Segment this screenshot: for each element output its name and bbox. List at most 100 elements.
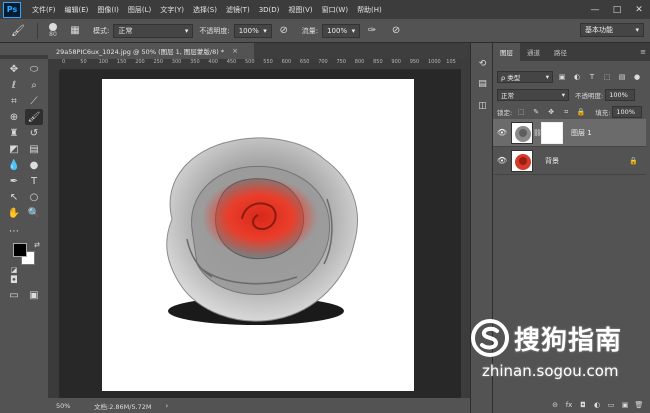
flow-value: 100% <box>327 26 348 35</box>
blend-mode-value: 正常 <box>501 92 514 100</box>
workspace-dropdown[interactable]: 基本功能 ▾ <box>580 23 644 37</box>
quick-select-tool-icon[interactable]: ⌕ <box>25 77 43 93</box>
menu-select[interactable]: 选择(S) <box>193 5 217 15</box>
panel-tabs: 图层 通道 路径 <box>493 43 650 61</box>
marquee-tool-icon[interactable]: ⬭ <box>25 61 43 77</box>
more-tools-icon[interactable]: ⋯ <box>5 223 23 239</box>
ruler-tick-label: 450 <box>226 59 237 65</box>
layer-mask-thumbnail[interactable] <box>541 121 563 144</box>
properties-panel-icon[interactable]: ▤ <box>475 77 490 91</box>
minimize-button[interactable]: — <box>584 0 606 19</box>
screen-mode-icon[interactable]: ▭ <box>5 287 23 303</box>
crop-tool-icon[interactable]: ⌗ <box>5 93 23 109</box>
flow-input[interactable]: 100% ▾ <box>322 23 361 38</box>
healing-brush-tool-icon[interactable]: ⊕ <box>5 109 23 125</box>
gradient-tool-icon[interactable]: ▤ <box>25 141 43 157</box>
mode-dropdown[interactable]: 正常 ▾ <box>113 23 194 38</box>
menu-type[interactable]: 文字(Y) <box>160 5 184 15</box>
zoom-level[interactable]: 50% <box>48 402 88 410</box>
path-select-tool-icon[interactable]: ↖ <box>5 189 23 205</box>
tab-layers[interactable]: 图层 <box>493 43 520 61</box>
filter-smart-object-icon[interactable]: ▤ <box>616 71 628 83</box>
lock-all-icon[interactable]: 🔒 <box>575 106 587 118</box>
zoom-tool-icon[interactable]: 🔍 <box>25 205 43 221</box>
menu-edit[interactable]: 编辑(E) <box>65 5 89 15</box>
panel-menu-icon[interactable]: ≡ <box>640 48 646 56</box>
link-icon[interactable]: ⛓ <box>533 129 542 137</box>
type-tool-icon[interactable]: T <box>25 173 43 189</box>
menu-image[interactable]: 图像(I) <box>97 5 119 15</box>
dodge-tool-icon[interactable]: ● <box>25 157 43 173</box>
ellipse-tool-icon[interactable]: ○ <box>25 189 43 205</box>
adjustments-panel-icon[interactable]: ◫ <box>475 99 490 113</box>
blur-tool-icon[interactable]: 💧 <box>5 157 23 173</box>
menu-layer[interactable]: 图层(L) <box>128 5 151 15</box>
menu-3d[interactable]: 3D(D) <box>259 6 280 14</box>
ruler-origin[interactable] <box>48 59 60 70</box>
history-brush-tool-icon[interactable]: ↺ <box>25 125 43 141</box>
eye-icon[interactable]: 👁 <box>493 128 511 137</box>
layer-filter-dropdown[interactable]: ρ 类型 ▾ <box>497 71 553 83</box>
filter-type-icon[interactable]: T <box>586 71 598 83</box>
lock-artboard-icon[interactable]: ⌗ <box>560 106 572 118</box>
close-icon[interactable]: × <box>232 47 238 55</box>
maximize-button[interactable]: □ <box>606 0 628 19</box>
brush-tool-preset-icon[interactable]: 🖌 <box>4 21 32 41</box>
filter-adjustment-icon[interactable]: ◐ <box>571 71 583 83</box>
airbrush-icon[interactable]: ✑ <box>364 23 380 39</box>
menu-window[interactable]: 窗口(W) <box>322 5 348 15</box>
canvas-workspace[interactable] <box>60 70 461 398</box>
close-window-button[interactable]: ✕ <box>628 0 650 19</box>
pressure-opacity-icon[interactable]: ⊘ <box>276 23 292 39</box>
blend-mode-dropdown[interactable]: 正常 ▾ <box>497 89 569 101</box>
document-canvas[interactable] <box>102 79 414 391</box>
menu-view[interactable]: 视图(V) <box>288 5 312 15</box>
quick-mask-icon[interactable]: ◘ <box>5 272 23 288</box>
eyedropper-tool-icon[interactable]: ⟋ <box>25 93 43 109</box>
sogou-watermark: 搜狗指南 zhinan.sogou.com <box>470 318 650 404</box>
fill-input[interactable]: 100% <box>612 106 643 118</box>
clone-stamp-tool-icon[interactable]: ♜ <box>5 125 23 141</box>
foreground-color-swatch[interactable] <box>13 243 27 257</box>
document-tab[interactable]: 29a58PIC6ux_1024.jpg @ 50% (图层 1, 图层蒙版/8… <box>48 43 254 59</box>
swap-colors-icon[interactable]: ⇄ <box>28 237 46 253</box>
vertical-scrollbar[interactable] <box>461 59 470 398</box>
ruler-tick-label: 1000 <box>428 59 441 65</box>
brush-size-picker[interactable]: 80 <box>43 21 63 41</box>
document-tab-bar: 29a58PIC6ux_1024.jpg @ 50% (图层 1, 图层蒙版/8… <box>48 43 493 59</box>
layer-row[interactable]: 👁 ⛓ 图层 1 <box>493 119 646 147</box>
ruler-tick-label: 150 <box>116 59 127 65</box>
move-tool-icon[interactable]: ✥ <box>5 61 23 77</box>
artboard-icon[interactable]: ▣ <box>25 287 43 303</box>
brush-tool-icon[interactable]: 🖌 <box>25 109 43 125</box>
eraser-tool-icon[interactable]: ◩ <box>5 141 23 157</box>
chevron-down-icon: ▾ <box>545 73 549 81</box>
menu-file[interactable]: 文件(F) <box>32 5 56 15</box>
pen-tool-icon[interactable]: ✒ <box>5 173 23 189</box>
menu-help[interactable]: 帮助(H) <box>357 5 382 15</box>
lasso-tool-icon[interactable]: ℓ <box>5 77 23 93</box>
layer-row[interactable]: 👁 背景 🔒 <box>493 147 646 175</box>
toolbar-grip[interactable] <box>0 55 48 59</box>
horizontal-ruler: 0 50 100 150 200 250 300 350 400 450 500 550 600 650 7… <box>60 59 461 70</box>
eye-icon[interactable]: 👁 <box>493 156 511 165</box>
ruler-tick-label: 950 <box>409 59 420 65</box>
menu-filter[interactable]: 滤镜(T) <box>226 5 250 15</box>
lock-transparent-icon[interactable]: ⬚ <box>515 106 527 118</box>
history-panel-icon[interactable]: ⟲ <box>475 57 490 71</box>
tab-channels[interactable]: 通道 <box>520 43 547 61</box>
opacity-value: 100% <box>238 26 259 35</box>
hand-tool-icon[interactable]: ✋ <box>5 205 23 221</box>
filter-toggle-icon[interactable]: ● <box>631 71 643 83</box>
brush-panel-toggle-icon[interactable]: ▦ <box>67 23 83 39</box>
filter-pixel-icon[interactable]: ▣ <box>556 71 568 83</box>
menu-bar: Ps 文件(F) 编辑(E) 图像(I) 图层(L) 文字(Y) 选择(S) 滤… <box>0 0 650 19</box>
lock-position-icon[interactable]: ✥ <box>545 106 557 118</box>
layer-opacity-input[interactable]: 100% <box>605 89 636 101</box>
lock-paint-icon[interactable]: ✎ <box>530 106 542 118</box>
filter-shape-icon[interactable]: ⬚ <box>601 71 613 83</box>
tab-paths[interactable]: 路径 <box>547 43 574 61</box>
opacity-input[interactable]: 100% ▾ <box>233 23 272 38</box>
pressure-size-icon[interactable]: ⊘ <box>388 23 404 39</box>
status-menu-arrow-icon[interactable]: › <box>166 402 169 410</box>
